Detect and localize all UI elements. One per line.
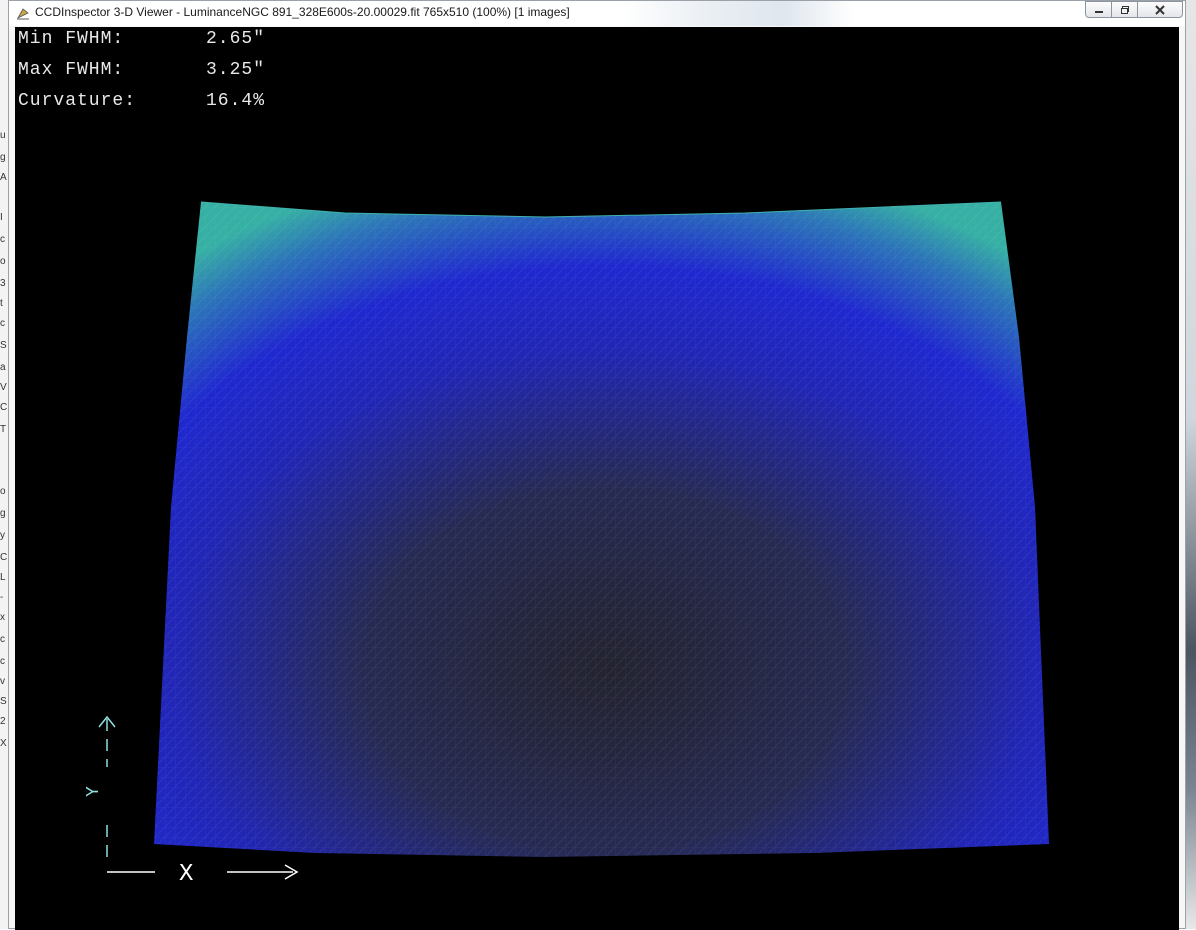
viewer-window: CCDInspector 3-D Viewer - LuminanceNGC 8… [8, 0, 1186, 930]
surface-mesh [154, 202, 1049, 857]
fwhm-surface-plot[interactable]: Y X [15, 27, 1179, 930]
minimize-icon [1094, 10, 1103, 13]
title-bar-glass [621, 1, 853, 26]
close-icon [1155, 4, 1165, 15]
3d-viewport[interactable]: Min FWHM: 2.65" Max FWHM: 3.25" Curvature:… [15, 27, 1179, 930]
x-axis-indicator [107, 864, 299, 880]
maximize-icon [1120, 5, 1129, 14]
y-axis-label: Y [84, 786, 104, 797]
desktop-right-edge [1186, 0, 1196, 929]
maximize-button[interactable] [1111, 1, 1138, 18]
window-title: CCDInspector 3-D Viewer - LuminanceNGC 8… [35, 5, 570, 19]
app-icon [17, 8, 29, 20]
title-bar[interactable]: CCDInspector 3-D Viewer - LuminanceNGC 8… [9, 1, 1185, 26]
minimize-button[interactable] [1085, 1, 1112, 18]
x-axis-label: X [179, 861, 193, 888]
close-button[interactable] [1137, 1, 1183, 18]
